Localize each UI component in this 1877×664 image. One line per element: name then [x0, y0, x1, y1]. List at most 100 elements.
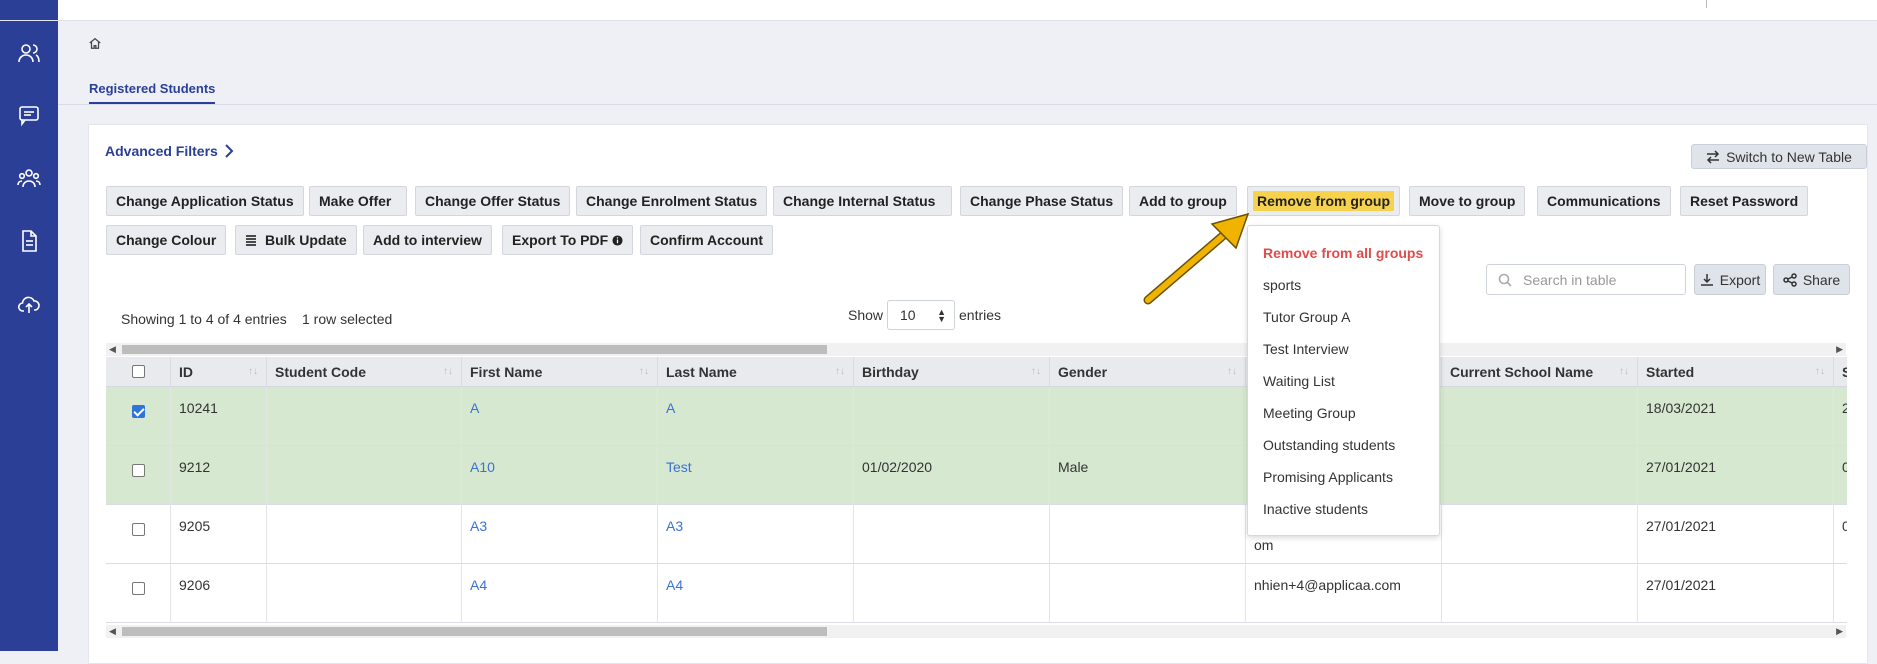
export-button[interactable]: Export — [1694, 264, 1766, 295]
select-all-checkbox[interactable] — [132, 365, 145, 378]
breadcrumb-home[interactable] — [88, 36, 104, 52]
entries-label: entries — [959, 307, 1002, 323]
table-row[interactable]: 9206 A4 A4 nhien+4@applicaa.com 27/01/20… — [106, 564, 1847, 623]
cell-first-name: A4 — [462, 564, 658, 623]
advanced-filters-toggle[interactable]: Advanced Filters — [105, 143, 234, 159]
sidebar-item-messages[interactable] — [0, 95, 58, 135]
scroll-right-icon[interactable]: ▶ — [1836, 625, 1843, 638]
row-checkbox[interactable] — [132, 523, 145, 536]
last-name-link[interactable]: A4 — [666, 577, 683, 593]
cell-last-name: A — [658, 387, 854, 446]
scrollbar-thumb[interactable] — [122, 345, 827, 354]
first-name-link[interactable]: A4 — [470, 577, 487, 593]
scroll-left-icon[interactable]: ◀ — [109, 625, 116, 638]
confirm-account-button[interactable]: Confirm Account — [640, 225, 774, 255]
annotation-arrow-icon — [1143, 212, 1250, 305]
column-header-last-name-label: Last Name — [666, 364, 737, 380]
search-input[interactable]: Search in table — [1486, 264, 1686, 295]
column-header-id[interactable]: ID ↑↓ — [171, 357, 267, 387]
sidebar-item-documents[interactable] — [0, 221, 58, 261]
change-enrolment-status-button[interactable]: Change Enrolment Status — [576, 186, 768, 216]
first-name-link[interactable]: A3 — [470, 518, 487, 534]
share-label: Share — [1802, 271, 1841, 288]
scroll-left-icon[interactable]: ◀ — [109, 343, 116, 356]
share-button[interactable]: Share — [1773, 264, 1850, 295]
sidebar-item-upload[interactable] — [0, 285, 58, 325]
table-row[interactable]: 10241 A A 18/03/2021 2 — [106, 387, 1847, 446]
tab-registered-students[interactable]: Registered Students — [89, 81, 216, 104]
cell-s: 0 — [1834, 446, 1847, 505]
cloud-upload-icon — [17, 296, 40, 313]
scrollbar-thumb[interactable] — [122, 627, 827, 636]
column-header-birthday[interactable]: Birthday ↑↓ — [854, 357, 1050, 387]
bulk-update-button[interactable]: Bulk Update — [235, 225, 357, 255]
last-name-link[interactable]: A3 — [666, 518, 683, 534]
table-scrollbar-top[interactable]: ◀ ▶ — [106, 343, 1846, 356]
remove-from-group-button[interactable]: Remove from group — [1247, 186, 1401, 216]
sidebar-item-groups[interactable] — [0, 158, 58, 198]
column-header-s[interactable]: S — [1834, 357, 1847, 387]
menu-item-group[interactable]: Test Interview — [1263, 341, 1349, 357]
row-checkbox[interactable] — [132, 582, 145, 595]
row-checkbox[interactable] — [132, 405, 145, 418]
column-header-student-code[interactable]: Student Code ↑↓ — [267, 357, 462, 387]
cell-s: 2 — [1834, 387, 1847, 446]
last-name-link[interactable]: Test — [666, 459, 692, 475]
export-to-pdf-button[interactable]: Export To PDF — [502, 225, 634, 255]
change-offer-status-button[interactable]: Change Offer Status — [415, 186, 571, 216]
sort-icon: ↑↓ — [248, 366, 258, 377]
select-arrows-icon: ▲ ▼ — [937, 307, 946, 324]
menu-item-group[interactable]: Promising Applicants — [1263, 469, 1393, 485]
cell-current-school — [1442, 446, 1638, 505]
row-checkbox[interactable] — [132, 464, 145, 477]
first-name-link[interactable]: A — [470, 400, 479, 416]
menu-item-group[interactable]: Tutor Group A — [1263, 309, 1350, 325]
cell-started: 27/01/2021 — [1638, 505, 1834, 564]
message-icon — [19, 106, 39, 127]
column-header-last-name[interactable]: Last Name ↑↓ — [658, 357, 854, 387]
change-application-status-button[interactable]: Change Application Status — [106, 186, 304, 216]
sort-icon: ↑↓ — [639, 366, 649, 377]
page-size-select[interactable]: 10 ▲ ▼ — [887, 300, 955, 330]
cell-current-school — [1442, 564, 1638, 623]
cell-student-code — [267, 446, 462, 505]
menu-item-group[interactable]: Meeting Group — [1263, 405, 1356, 421]
cell-birthday — [854, 387, 1050, 446]
table-row[interactable]: 9212 A10 Test 01/02/2020 Male 27/01/2021… — [106, 446, 1847, 505]
search-icon — [1498, 273, 1512, 287]
table-header: ID ↑↓ Student Code ↑↓ First Name ↑↓ Last Na… — [106, 357, 1847, 387]
cell-gender — [1050, 387, 1246, 446]
menu-item-group[interactable]: sports — [1263, 277, 1301, 293]
column-header-s-label: S — [1842, 364, 1847, 380]
sidebar-item-users[interactable] — [0, 33, 58, 73]
tab-underline — [58, 104, 1877, 105]
move-to-group-button[interactable]: Move to group — [1409, 186, 1526, 216]
row-checkbox-cell — [106, 564, 171, 623]
table-row[interactable]: 9205 A3 A3 om 27/01/2021 0 — [106, 505, 1847, 564]
cell-current-school — [1442, 387, 1638, 446]
cell-birthday — [854, 564, 1050, 623]
change-colour-button[interactable]: Change Colour — [106, 225, 227, 255]
add-to-interview-button[interactable]: Add to interview — [363, 225, 492, 255]
cell-email: nhien+4@applicaa.com — [1246, 564, 1442, 623]
export-label: Export — [1719, 271, 1761, 288]
communications-button[interactable]: Communications — [1537, 186, 1671, 216]
scroll-right-icon[interactable]: ▶ — [1836, 343, 1843, 356]
column-header-first-name[interactable]: First Name ↑↓ — [462, 357, 658, 387]
last-name-link[interactable]: A — [666, 400, 675, 416]
menu-item-group[interactable]: Outstanding students — [1263, 437, 1395, 453]
switch-table-button[interactable]: Switch to New Table — [1691, 144, 1867, 169]
make-offer-button[interactable]: Make Offer — [309, 186, 407, 216]
change-internal-status-button[interactable]: Change Internal Status — [773, 186, 952, 216]
first-name-link[interactable]: A10 — [470, 459, 495, 475]
column-header-current-school[interactable]: Current School Name ↑↓ — [1442, 357, 1638, 387]
menu-item-group[interactable]: Waiting List — [1263, 373, 1335, 389]
menu-item-group[interactable]: Inactive students — [1263, 501, 1368, 517]
sort-icon: ↑↓ — [1031, 366, 1041, 377]
column-header-started[interactable]: Started ↑↓ — [1638, 357, 1834, 387]
change-phase-status-button[interactable]: Change Phase Status — [960, 186, 1124, 216]
table-scrollbar-bottom[interactable]: ◀ ▶ — [106, 625, 1846, 638]
column-header-gender[interactable]: Gender ↑↓ — [1050, 357, 1246, 387]
menu-item-remove-all-groups[interactable]: Remove from all groups — [1263, 245, 1423, 261]
reset-password-button[interactable]: Reset Password — [1680, 186, 1809, 216]
